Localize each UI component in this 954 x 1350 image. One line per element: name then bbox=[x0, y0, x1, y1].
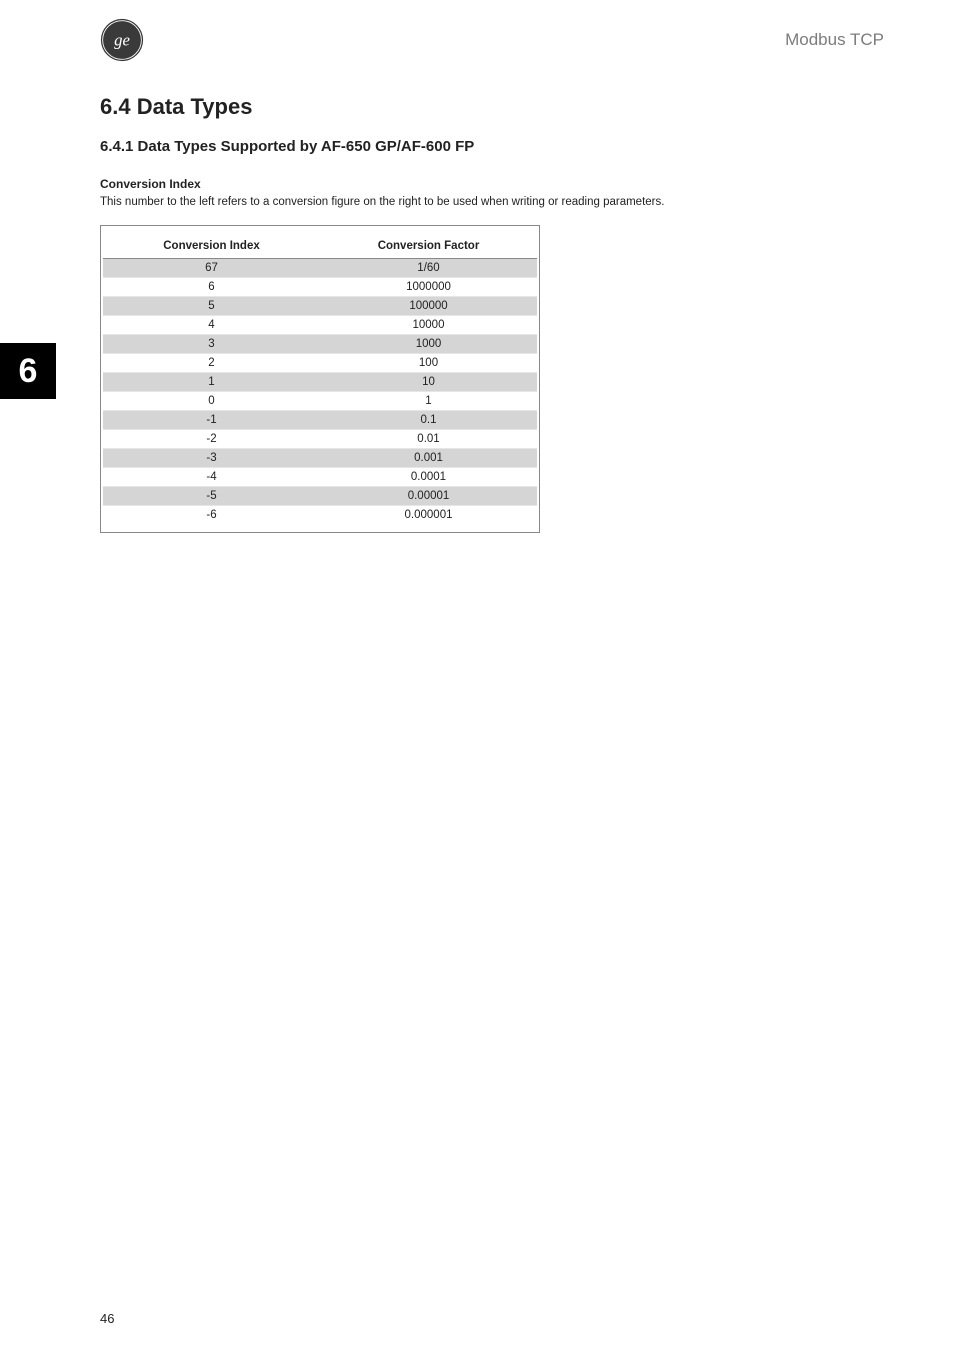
cell-factor: 10000 bbox=[320, 315, 537, 334]
cell-index: -1 bbox=[103, 410, 320, 429]
table-row: -40.0001 bbox=[103, 467, 537, 486]
cell-index: 1 bbox=[103, 372, 320, 391]
page-header: ge Modbus TCP bbox=[0, 0, 954, 62]
cell-factor: 0.001 bbox=[320, 448, 537, 467]
cell-index: 4 bbox=[103, 315, 320, 334]
cell-factor: 1000 bbox=[320, 334, 537, 353]
table-row: 2100 bbox=[103, 353, 537, 372]
table-row: 01 bbox=[103, 391, 537, 410]
cell-index: -5 bbox=[103, 486, 320, 505]
cell-factor: 0.000001 bbox=[320, 505, 537, 524]
cell-index: 2 bbox=[103, 353, 320, 372]
table-header-factor: Conversion Factor bbox=[320, 236, 537, 259]
cell-factor: 1/60 bbox=[320, 258, 537, 277]
cell-index: -4 bbox=[103, 467, 320, 486]
table-row: 671/60 bbox=[103, 258, 537, 277]
cell-index: 6 bbox=[103, 277, 320, 296]
subsection-heading: 6.4.1 Data Types Supported by AF-650 GP/… bbox=[100, 138, 884, 155]
conversion-table: Conversion Index Conversion Factor 671/6… bbox=[103, 236, 537, 524]
table-row: -10.1 bbox=[103, 410, 537, 429]
cell-factor: 10 bbox=[320, 372, 537, 391]
header-right-text: Modbus TCP bbox=[785, 30, 884, 50]
cell-factor: 0.1 bbox=[320, 410, 537, 429]
cell-factor: 100 bbox=[320, 353, 537, 372]
cell-factor: 0.01 bbox=[320, 429, 537, 448]
paragraph-body: This number to the left refers to a conv… bbox=[100, 195, 884, 211]
table-row: -30.001 bbox=[103, 448, 537, 467]
cell-factor: 1000000 bbox=[320, 277, 537, 296]
table-row: 31000 bbox=[103, 334, 537, 353]
cell-index: -6 bbox=[103, 505, 320, 524]
cell-index: -2 bbox=[103, 429, 320, 448]
table-row: -20.01 bbox=[103, 429, 537, 448]
cell-index: -3 bbox=[103, 448, 320, 467]
table-row: 61000000 bbox=[103, 277, 537, 296]
svg-text:ge: ge bbox=[114, 30, 130, 49]
paragraph-heading: Conversion Index bbox=[100, 177, 884, 191]
cell-factor: 0.0001 bbox=[320, 467, 537, 486]
ge-logo-icon: ge bbox=[100, 18, 144, 62]
cell-factor: 1 bbox=[320, 391, 537, 410]
conversion-table-container: Conversion Index Conversion Factor 671/6… bbox=[100, 225, 540, 533]
table-row: -50.00001 bbox=[103, 486, 537, 505]
page-number: 46 bbox=[100, 1311, 114, 1326]
table-row: 110 bbox=[103, 372, 537, 391]
cell-factor: 100000 bbox=[320, 296, 537, 315]
cell-index: 67 bbox=[103, 258, 320, 277]
cell-index: 3 bbox=[103, 334, 320, 353]
section-heading: 6.4 Data Types bbox=[100, 94, 884, 120]
section-number-tab: 6 bbox=[0, 343, 56, 399]
cell-index: 0 bbox=[103, 391, 320, 410]
table-row: -60.000001 bbox=[103, 505, 537, 524]
main-content: 6.4 Data Types 6.4.1 Data Types Supporte… bbox=[0, 62, 954, 533]
table-row: 5100000 bbox=[103, 296, 537, 315]
cell-index: 5 bbox=[103, 296, 320, 315]
table-row: 410000 bbox=[103, 315, 537, 334]
cell-factor: 0.00001 bbox=[320, 486, 537, 505]
table-header-index: Conversion Index bbox=[103, 236, 320, 259]
